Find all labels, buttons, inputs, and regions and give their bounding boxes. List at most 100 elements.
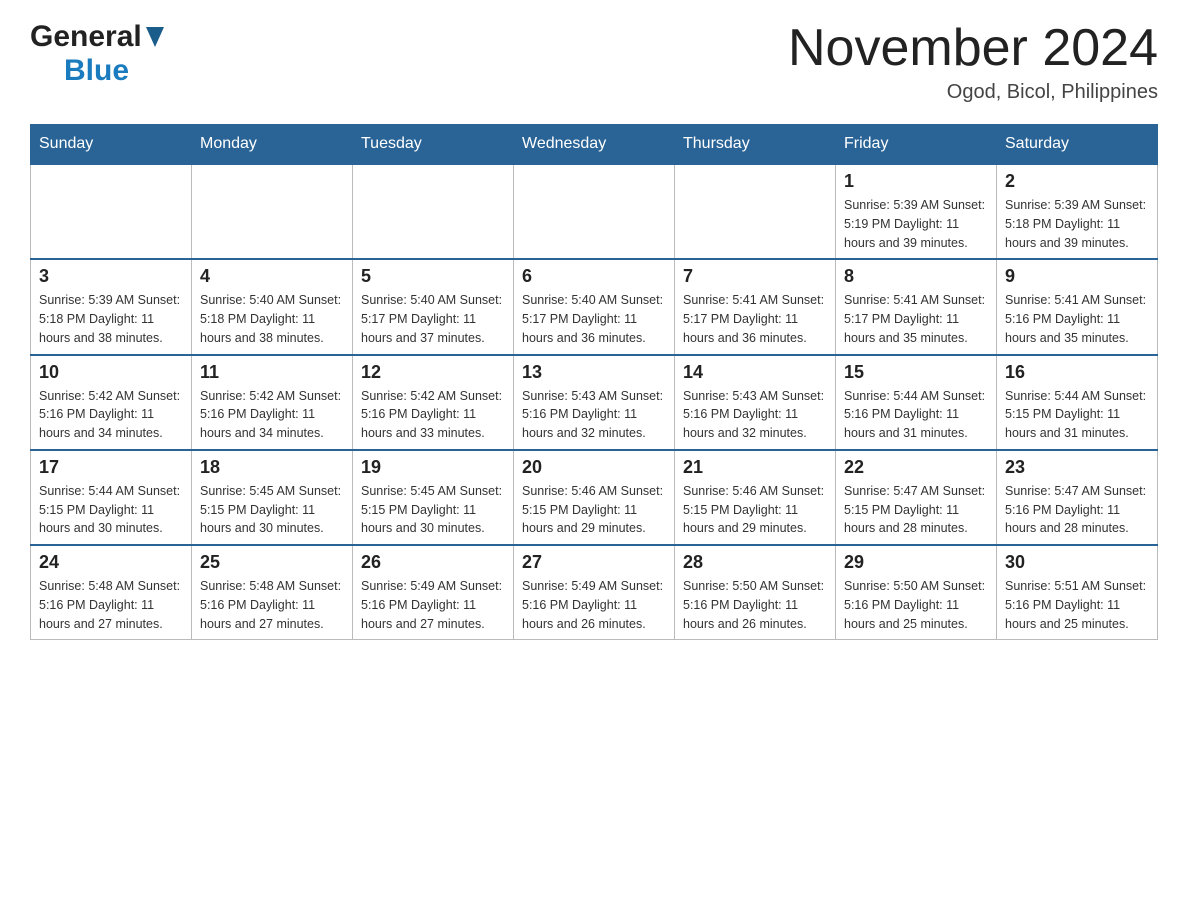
day-info: Sunrise: 5:46 AM Sunset: 5:15 PM Dayligh… [522, 482, 666, 538]
calendar-week-row: 1 Sunrise: 5:39 AM Sunset: 5:19 PM Daylig… [31, 164, 1158, 259]
day-number: 20 [522, 457, 666, 478]
table-row: 18 Sunrise: 5:45 AM Sunset: 5:15 PM Dayli… [192, 450, 353, 545]
day-info: Sunrise: 5:40 AM Sunset: 5:17 PM Dayligh… [361, 291, 505, 347]
header: General Blue November 2024 Ogod, Bicol, … [30, 20, 1158, 104]
day-info: Sunrise: 5:43 AM Sunset: 5:16 PM Dayligh… [522, 387, 666, 443]
day-number: 18 [200, 457, 344, 478]
table-row: 14 Sunrise: 5:43 AM Sunset: 5:16 PM Dayli… [675, 355, 836, 450]
day-info: Sunrise: 5:44 AM Sunset: 5:16 PM Dayligh… [844, 387, 988, 443]
day-number: 13 [522, 362, 666, 383]
table-row: 23 Sunrise: 5:47 AM Sunset: 5:16 PM Dayli… [997, 450, 1158, 545]
table-row: 16 Sunrise: 5:44 AM Sunset: 5:15 PM Dayli… [997, 355, 1158, 450]
day-number: 8 [844, 266, 988, 287]
day-info: Sunrise: 5:46 AM Sunset: 5:15 PM Dayligh… [683, 482, 827, 538]
day-info: Sunrise: 5:44 AM Sunset: 5:15 PM Dayligh… [39, 482, 183, 538]
table-row: 22 Sunrise: 5:47 AM Sunset: 5:15 PM Dayli… [836, 450, 997, 545]
day-info: Sunrise: 5:51 AM Sunset: 5:16 PM Dayligh… [1005, 577, 1149, 633]
day-number: 17 [39, 457, 183, 478]
table-row: 27Sunrise: 5:49 AM Sunset: 5:16 PM Dayli… [514, 545, 675, 640]
day-info: Sunrise: 5:50 AM Sunset: 5:16 PM Dayligh… [683, 577, 827, 633]
day-number: 21 [683, 457, 827, 478]
col-sunday: Sunday [31, 125, 192, 165]
table-row [31, 164, 192, 259]
day-number: 1 [844, 171, 988, 192]
day-number: 23 [1005, 457, 1149, 478]
day-info: Sunrise: 5:48 AM Sunset: 5:16 PM Dayligh… [200, 577, 344, 633]
day-info: Sunrise: 5:44 AM Sunset: 5:15 PM Dayligh… [1005, 387, 1149, 443]
day-number: 4 [200, 266, 344, 287]
table-row: 5 Sunrise: 5:40 AM Sunset: 5:17 PM Daylig… [353, 259, 514, 354]
day-number: 11 [200, 362, 344, 383]
day-number: 10 [39, 362, 183, 383]
day-number: 9 [1005, 266, 1149, 287]
day-number: 29 [844, 552, 988, 573]
col-saturday: Saturday [997, 125, 1158, 165]
table-row: 3Sunrise: 5:39 AM Sunset: 5:18 PM Daylig… [31, 259, 192, 354]
table-row: 24 Sunrise: 5:48 AM Sunset: 5:16 PM Dayli… [31, 545, 192, 640]
table-row: 7 Sunrise: 5:41 AM Sunset: 5:17 PM Daylig… [675, 259, 836, 354]
table-row: 1 Sunrise: 5:39 AM Sunset: 5:19 PM Daylig… [836, 164, 997, 259]
day-number: 26 [361, 552, 505, 573]
calendar-week-row: 24 Sunrise: 5:48 AM Sunset: 5:16 PM Dayli… [31, 545, 1158, 640]
day-number: 24 [39, 552, 183, 573]
day-info: Sunrise: 5:41 AM Sunset: 5:17 PM Dayligh… [844, 291, 988, 347]
table-row: 13 Sunrise: 5:43 AM Sunset: 5:16 PM Dayli… [514, 355, 675, 450]
table-row: 15Sunrise: 5:44 AM Sunset: 5:16 PM Dayli… [836, 355, 997, 450]
day-info: Sunrise: 5:43 AM Sunset: 5:16 PM Dayligh… [683, 387, 827, 443]
day-number: 7 [683, 266, 827, 287]
day-number: 27 [522, 552, 666, 573]
logo-blue: Blue [64, 54, 129, 87]
day-info: Sunrise: 5:41 AM Sunset: 5:17 PM Dayligh… [683, 291, 827, 347]
table-row: 29 Sunrise: 5:50 AM Sunset: 5:16 PM Dayli… [836, 545, 997, 640]
day-number: 16 [1005, 362, 1149, 383]
calendar: Sunday Monday Tuesday Wednesday Thursday… [30, 124, 1158, 640]
table-row: 4Sunrise: 5:40 AM Sunset: 5:18 PM Daylig… [192, 259, 353, 354]
table-row: 6Sunrise: 5:40 AM Sunset: 5:17 PM Daylig… [514, 259, 675, 354]
day-info: Sunrise: 5:39 AM Sunset: 5:19 PM Dayligh… [844, 196, 988, 252]
table-row: 26 Sunrise: 5:49 AM Sunset: 5:16 PM Dayli… [353, 545, 514, 640]
day-number: 2 [1005, 171, 1149, 192]
day-number: 25 [200, 552, 344, 573]
table-row: 20 Sunrise: 5:46 AM Sunset: 5:15 PM Dayli… [514, 450, 675, 545]
page-subtitle: Ogod, Bicol, Philippines [788, 81, 1158, 104]
day-info: Sunrise: 5:42 AM Sunset: 5:16 PM Dayligh… [361, 387, 505, 443]
day-info: Sunrise: 5:40 AM Sunset: 5:17 PM Dayligh… [522, 291, 666, 347]
day-number: 3 [39, 266, 183, 287]
day-number: 12 [361, 362, 505, 383]
day-info: Sunrise: 5:45 AM Sunset: 5:15 PM Dayligh… [361, 482, 505, 538]
page-title: November 2024 [788, 20, 1158, 77]
day-info: Sunrise: 5:50 AM Sunset: 5:16 PM Dayligh… [844, 577, 988, 633]
table-row: 17 Sunrise: 5:44 AM Sunset: 5:15 PM Dayli… [31, 450, 192, 545]
day-number: 5 [361, 266, 505, 287]
table-row: 25 Sunrise: 5:48 AM Sunset: 5:16 PM Dayli… [192, 545, 353, 640]
logo-triangle-icon [146, 27, 164, 52]
day-info: Sunrise: 5:42 AM Sunset: 5:16 PM Dayligh… [39, 387, 183, 443]
table-row: 12 Sunrise: 5:42 AM Sunset: 5:16 PM Dayli… [353, 355, 514, 450]
col-tuesday: Tuesday [353, 125, 514, 165]
calendar-week-row: 3Sunrise: 5:39 AM Sunset: 5:18 PM Daylig… [31, 259, 1158, 354]
logo: General Blue [30, 20, 164, 88]
table-row: 2Sunrise: 5:39 AM Sunset: 5:18 PM Daylig… [997, 164, 1158, 259]
table-row: 11Sunrise: 5:42 AM Sunset: 5:16 PM Dayli… [192, 355, 353, 450]
day-number: 14 [683, 362, 827, 383]
day-info: Sunrise: 5:41 AM Sunset: 5:16 PM Dayligh… [1005, 291, 1149, 347]
table-row [192, 164, 353, 259]
table-row [514, 164, 675, 259]
day-info: Sunrise: 5:49 AM Sunset: 5:16 PM Dayligh… [361, 577, 505, 633]
table-row: 28 Sunrise: 5:50 AM Sunset: 5:16 PM Dayli… [675, 545, 836, 640]
day-number: 28 [683, 552, 827, 573]
day-info: Sunrise: 5:48 AM Sunset: 5:16 PM Dayligh… [39, 577, 183, 633]
day-info: Sunrise: 5:45 AM Sunset: 5:15 PM Dayligh… [200, 482, 344, 538]
col-friday: Friday [836, 125, 997, 165]
title-area: November 2024 Ogod, Bicol, Philippines [788, 20, 1158, 104]
table-row: 9 Sunrise: 5:41 AM Sunset: 5:16 PM Daylig… [997, 259, 1158, 354]
day-info: Sunrise: 5:47 AM Sunset: 5:16 PM Dayligh… [1005, 482, 1149, 538]
table-row [675, 164, 836, 259]
day-info: Sunrise: 5:47 AM Sunset: 5:15 PM Dayligh… [844, 482, 988, 538]
day-number: 30 [1005, 552, 1149, 573]
col-thursday: Thursday [675, 125, 836, 165]
table-row: 30 Sunrise: 5:51 AM Sunset: 5:16 PM Dayli… [997, 545, 1158, 640]
day-number: 22 [844, 457, 988, 478]
table-row: 8 Sunrise: 5:41 AM Sunset: 5:17 PM Daylig… [836, 259, 997, 354]
table-row: 10 Sunrise: 5:42 AM Sunset: 5:16 PM Dayli… [31, 355, 192, 450]
